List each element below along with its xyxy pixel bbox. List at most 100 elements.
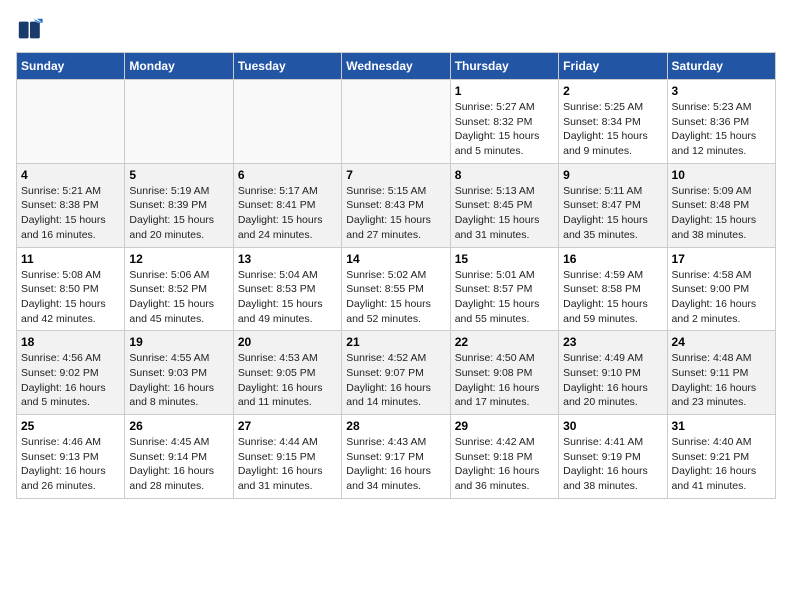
weekday-header-saturday: Saturday: [667, 53, 775, 80]
page-header: [16, 16, 776, 44]
day-info: Sunrise: 5:13 AM Sunset: 8:45 PM Dayligh…: [455, 184, 554, 243]
day-info: Sunrise: 4:55 AM Sunset: 9:03 PM Dayligh…: [129, 351, 228, 410]
calendar-table: SundayMondayTuesdayWednesdayThursdayFrid…: [16, 52, 776, 499]
calendar-cell: 20 Sunrise: 4:53 AM Sunset: 9:05 PM Dayli…: [233, 331, 341, 415]
day-info: Sunrise: 4:41 AM Sunset: 9:19 PM Dayligh…: [563, 435, 662, 494]
calendar-cell: 5 Sunrise: 5:19 AM Sunset: 8:39 PM Daylig…: [125, 163, 233, 247]
calendar-cell: 11 Sunrise: 5:08 AM Sunset: 8:50 PM Dayli…: [17, 247, 125, 331]
day-number: 6: [238, 168, 337, 182]
day-info: Sunrise: 4:42 AM Sunset: 9:18 PM Dayligh…: [455, 435, 554, 494]
calendar-cell: [233, 80, 341, 164]
day-number: 12: [129, 252, 228, 266]
logo-icon: [16, 16, 44, 44]
day-info: Sunrise: 5:15 AM Sunset: 8:43 PM Dayligh…: [346, 184, 445, 243]
day-number: 27: [238, 419, 337, 433]
day-number: 18: [21, 335, 120, 349]
calendar-cell: 19 Sunrise: 4:55 AM Sunset: 9:03 PM Dayli…: [125, 331, 233, 415]
calendar-cell: 14 Sunrise: 5:02 AM Sunset: 8:55 PM Dayli…: [342, 247, 450, 331]
calendar-cell: 15Sunrise: 5:01 AM Sunset: 8:57 PM Dayli…: [450, 247, 558, 331]
day-info: Sunrise: 5:08 AM Sunset: 8:50 PM Dayligh…: [21, 268, 120, 327]
calendar-cell: 13 Sunrise: 5:04 AM Sunset: 8:53 PM Dayli…: [233, 247, 341, 331]
weekday-header-tuesday: Tuesday: [233, 53, 341, 80]
calendar-cell: 21Sunrise: 4:52 AM Sunset: 9:07 PM Dayli…: [342, 331, 450, 415]
day-info: Sunrise: 4:43 AM Sunset: 9:17 PM Dayligh…: [346, 435, 445, 494]
day-number: 25: [21, 419, 120, 433]
calendar-cell: 4 Sunrise: 5:21 AM Sunset: 8:38 PM Daylig…: [17, 163, 125, 247]
day-number: 30: [563, 419, 662, 433]
calendar-cell: 10 Sunrise: 5:09 AM Sunset: 8:48 PM Dayli…: [667, 163, 775, 247]
day-info: Sunrise: 4:56 AM Sunset: 9:02 PM Dayligh…: [21, 351, 120, 410]
day-number: 16: [563, 252, 662, 266]
weekday-header-wednesday: Wednesday: [342, 53, 450, 80]
day-number: 19: [129, 335, 228, 349]
day-number: 1: [455, 84, 554, 98]
day-number: 11: [21, 252, 120, 266]
day-number: 17: [672, 252, 771, 266]
day-number: 10: [672, 168, 771, 182]
calendar-cell: 25 Sunrise: 4:46 AM Sunset: 9:13 PM Dayli…: [17, 415, 125, 499]
calendar-cell: 26Sunrise: 4:45 AM Sunset: 9:14 PM Dayli…: [125, 415, 233, 499]
calendar-cell: 23Sunrise: 4:49 AM Sunset: 9:10 PM Dayli…: [559, 331, 667, 415]
weekday-header-thursday: Thursday: [450, 53, 558, 80]
day-info: Sunrise: 4:48 AM Sunset: 9:11 PM Dayligh…: [672, 351, 771, 410]
day-info: Sunrise: 4:44 AM Sunset: 9:15 PM Dayligh…: [238, 435, 337, 494]
calendar-cell: [342, 80, 450, 164]
calendar-week-row: 11 Sunrise: 5:08 AM Sunset: 8:50 PM Dayli…: [17, 247, 776, 331]
calendar-week-row: 4 Sunrise: 5:21 AM Sunset: 8:38 PM Daylig…: [17, 163, 776, 247]
day-number: 31: [672, 419, 771, 433]
calendar-cell: 30 Sunrise: 4:41 AM Sunset: 9:19 PM Dayli…: [559, 415, 667, 499]
day-number: 8: [455, 168, 554, 182]
calendar-cell: 8 Sunrise: 5:13 AM Sunset: 8:45 PM Daylig…: [450, 163, 558, 247]
calendar-cell: 22 Sunrise: 4:50 AM Sunset: 9:08 PM Dayli…: [450, 331, 558, 415]
calendar-header: SundayMondayTuesdayWednesdayThursdayFrid…: [17, 53, 776, 80]
weekday-header-friday: Friday: [559, 53, 667, 80]
day-number: 13: [238, 252, 337, 266]
day-number: 7: [346, 168, 445, 182]
day-info: Sunrise: 5:27 AM Sunset: 8:32 PM Dayligh…: [455, 100, 554, 159]
day-number: 20: [238, 335, 337, 349]
day-number: 22: [455, 335, 554, 349]
day-number: 14: [346, 252, 445, 266]
day-info: Sunrise: 4:50 AM Sunset: 9:08 PM Dayligh…: [455, 351, 554, 410]
logo: [16, 16, 48, 44]
day-info: Sunrise: 5:23 AM Sunset: 8:36 PM Dayligh…: [672, 100, 771, 159]
day-number: 3: [672, 84, 771, 98]
day-number: 5: [129, 168, 228, 182]
day-info: Sunrise: 5:06 AM Sunset: 8:52 PM Dayligh…: [129, 268, 228, 327]
calendar-cell: 7 Sunrise: 5:15 AM Sunset: 8:43 PM Daylig…: [342, 163, 450, 247]
calendar-cell: 18 Sunrise: 4:56 AM Sunset: 9:02 PM Dayli…: [17, 331, 125, 415]
calendar-cell: 28 Sunrise: 4:43 AM Sunset: 9:17 PM Dayli…: [342, 415, 450, 499]
day-info: Sunrise: 5:11 AM Sunset: 8:47 PM Dayligh…: [563, 184, 662, 243]
calendar-cell: 2 Sunrise: 5:25 AM Sunset: 8:34 PM Daylig…: [559, 80, 667, 164]
day-number: 4: [21, 168, 120, 182]
day-info: Sunrise: 5:01 AM Sunset: 8:57 PM Dayligh…: [455, 268, 554, 327]
day-info: Sunrise: 5:21 AM Sunset: 8:38 PM Dayligh…: [21, 184, 120, 243]
calendar-cell: 6 Sunrise: 5:17 AM Sunset: 8:41 PM Daylig…: [233, 163, 341, 247]
day-info: Sunrise: 4:52 AM Sunset: 9:07 PM Dayligh…: [346, 351, 445, 410]
calendar-body: 1 Sunrise: 5:27 AM Sunset: 8:32 PM Daylig…: [17, 80, 776, 499]
day-number: 23: [563, 335, 662, 349]
day-info: Sunrise: 5:17 AM Sunset: 8:41 PM Dayligh…: [238, 184, 337, 243]
weekday-header-sunday: Sunday: [17, 53, 125, 80]
day-info: Sunrise: 4:46 AM Sunset: 9:13 PM Dayligh…: [21, 435, 120, 494]
day-number: 9: [563, 168, 662, 182]
day-info: Sunrise: 5:19 AM Sunset: 8:39 PM Dayligh…: [129, 184, 228, 243]
calendar-week-row: 18 Sunrise: 4:56 AM Sunset: 9:02 PM Dayli…: [17, 331, 776, 415]
calendar-cell: 12 Sunrise: 5:06 AM Sunset: 8:52 PM Dayli…: [125, 247, 233, 331]
calendar-cell: 3 Sunrise: 5:23 AM Sunset: 8:36 PM Daylig…: [667, 80, 775, 164]
day-number: 28: [346, 419, 445, 433]
calendar-cell: [125, 80, 233, 164]
day-info: Sunrise: 4:58 AM Sunset: 9:00 PM Dayligh…: [672, 268, 771, 327]
day-info: Sunrise: 4:45 AM Sunset: 9:14 PM Dayligh…: [129, 435, 228, 494]
day-number: 2: [563, 84, 662, 98]
day-info: Sunrise: 5:02 AM Sunset: 8:55 PM Dayligh…: [346, 268, 445, 327]
weekday-header-row: SundayMondayTuesdayWednesdayThursdayFrid…: [17, 53, 776, 80]
calendar-cell: 29 Sunrise: 4:42 AM Sunset: 9:18 PM Dayli…: [450, 415, 558, 499]
day-info: Sunrise: 5:25 AM Sunset: 8:34 PM Dayligh…: [563, 100, 662, 159]
day-info: Sunrise: 4:40 AM Sunset: 9:21 PM Dayligh…: [672, 435, 771, 494]
day-info: Sunrise: 4:53 AM Sunset: 9:05 PM Dayligh…: [238, 351, 337, 410]
calendar-week-row: 1 Sunrise: 5:27 AM Sunset: 8:32 PM Daylig…: [17, 80, 776, 164]
day-number: 29: [455, 419, 554, 433]
day-info: Sunrise: 5:09 AM Sunset: 8:48 PM Dayligh…: [672, 184, 771, 243]
day-info: Sunrise: 5:04 AM Sunset: 8:53 PM Dayligh…: [238, 268, 337, 327]
